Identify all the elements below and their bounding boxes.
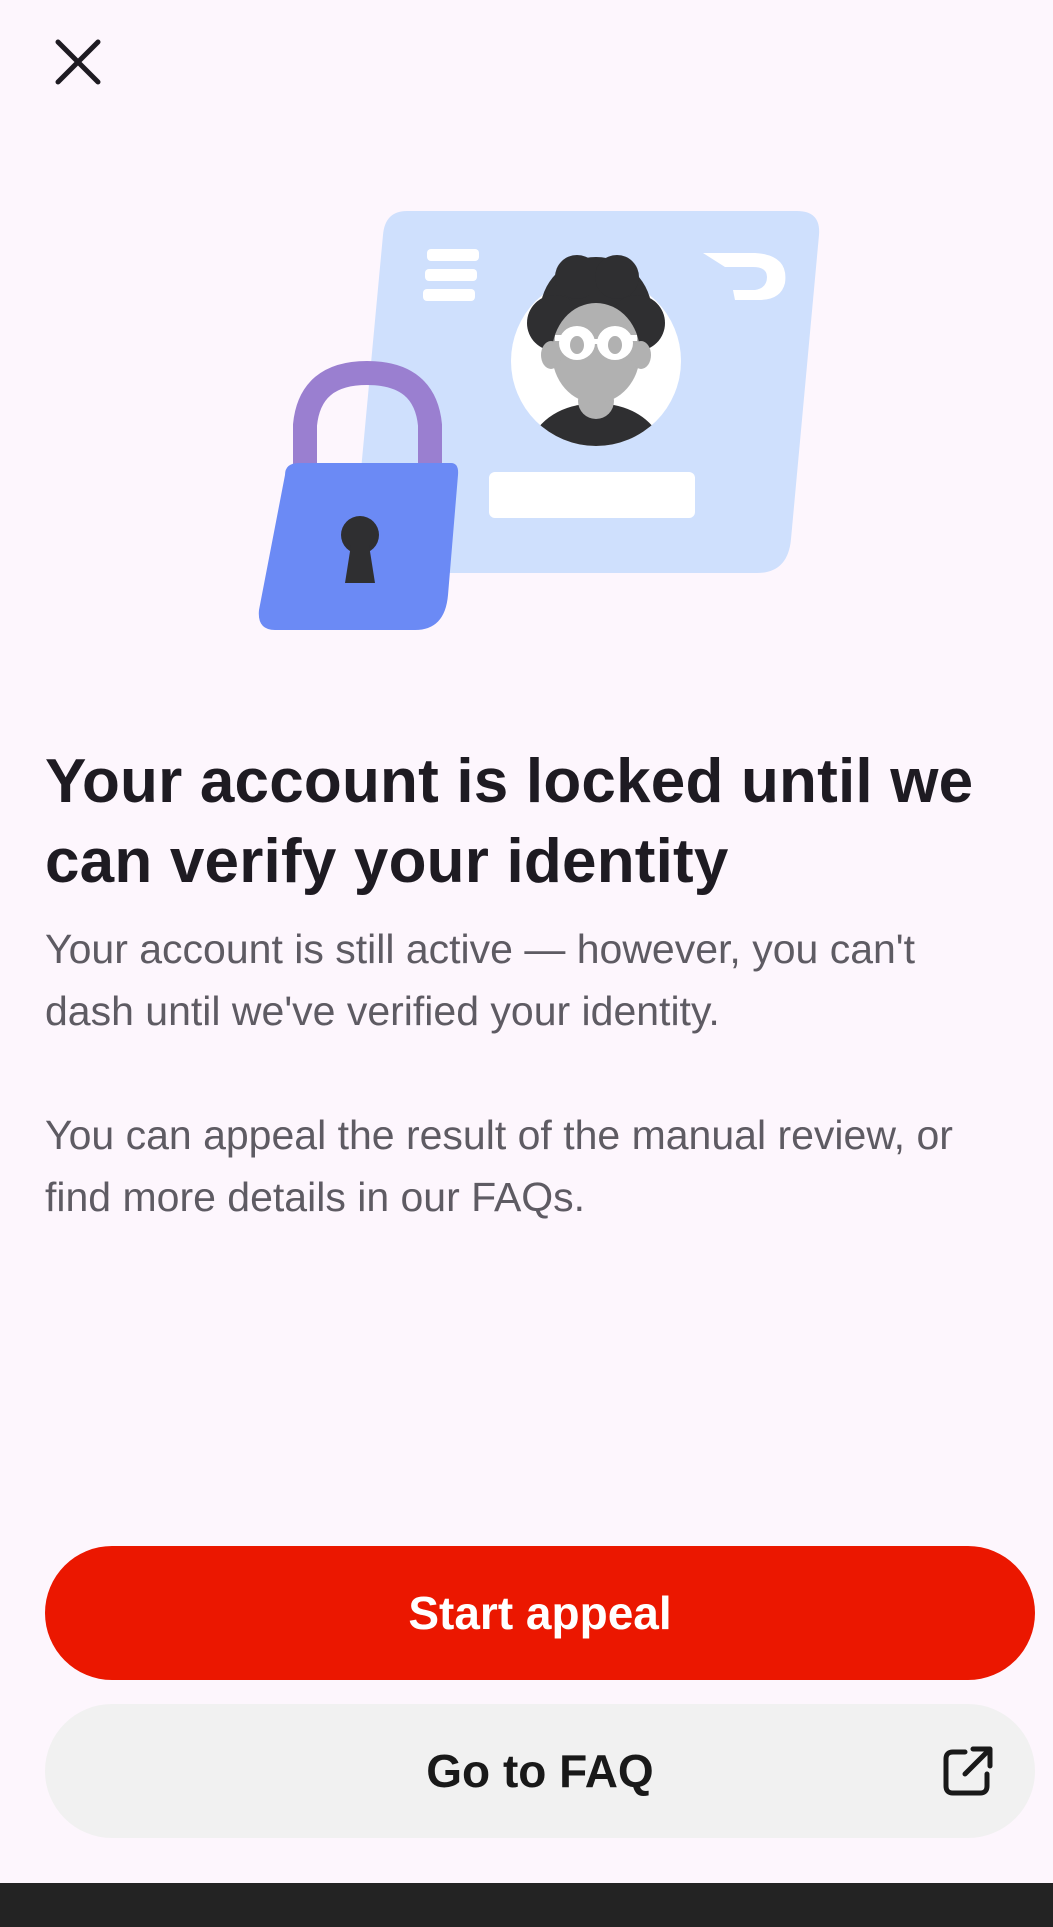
system-navigation-bar bbox=[0, 1883, 1053, 1927]
go-to-faq-button[interactable]: Go to FAQ bbox=[45, 1704, 1035, 1838]
page-title: Your account is locked until we can veri… bbox=[45, 747, 974, 896]
start-appeal-button[interactable]: Start appeal bbox=[45, 1546, 1035, 1680]
appeal-description: You can appeal the result of the manual … bbox=[45, 1112, 953, 1220]
locked-id-illustration bbox=[258, 211, 820, 630]
close-button[interactable] bbox=[38, 22, 118, 102]
status-description: Your account is still active — however, … bbox=[45, 926, 916, 1034]
external-link-icon bbox=[943, 1746, 993, 1796]
go-to-faq-label: Go to FAQ bbox=[426, 1745, 654, 1797]
close-icon bbox=[55, 39, 101, 85]
start-appeal-label: Start appeal bbox=[408, 1587, 672, 1639]
lock-icon bbox=[258, 360, 459, 630]
